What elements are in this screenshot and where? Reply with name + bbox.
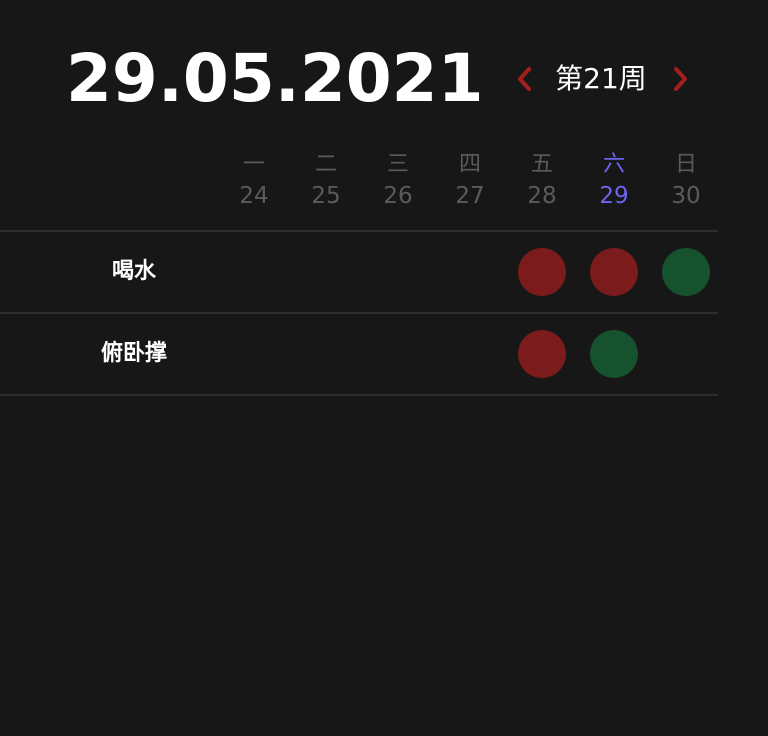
day-name: 四 — [458, 152, 481, 177]
day-column-thu[interactable]: 四 27 — [440, 150, 500, 212]
habit-row-drink-water: 喝水 — [0, 232, 718, 312]
day-column-mon[interactable]: 一 24 — [224, 150, 284, 212]
day-name: 六 — [602, 152, 625, 177]
habit-name[interactable]: 俯卧撑 — [34, 314, 234, 394]
day-name: 二 — [314, 152, 337, 177]
day-number: 24 — [239, 183, 269, 209]
day-number: 25 — [311, 183, 341, 209]
day-column-wed[interactable]: 三 26 — [368, 150, 428, 212]
habit-row-pushups: 俯卧撑 — [0, 314, 718, 394]
habit-status-dot-failed[interactable] — [518, 330, 566, 378]
day-number: 26 — [383, 183, 413, 209]
day-column-fri[interactable]: 五 28 — [512, 150, 572, 212]
divider — [0, 394, 718, 396]
day-number: 28 — [527, 183, 557, 209]
next-week-button[interactable] — [665, 62, 695, 96]
habit-name[interactable]: 喝水 — [34, 232, 234, 312]
day-name: 日 — [674, 152, 697, 177]
day-column-sun[interactable]: 日 30 — [656, 150, 716, 212]
day-number: 29 — [599, 183, 629, 209]
habit-status-dot-done[interactable] — [590, 330, 638, 378]
day-column-tue[interactable]: 二 25 — [296, 150, 356, 212]
previous-week-button[interactable] — [510, 62, 540, 96]
chevron-left-icon — [518, 67, 531, 91]
habit-status-dot-failed[interactable] — [518, 248, 566, 296]
habit-status-dot-failed[interactable] — [590, 248, 638, 296]
week-number-label: 第21周 — [555, 62, 647, 95]
day-name: 五 — [530, 152, 553, 177]
day-column-sat-today[interactable]: 六 29 — [584, 150, 644, 212]
current-date-title: 29.05.2021 — [66, 40, 484, 117]
day-name: 一 — [242, 152, 265, 177]
chevron-right-icon — [674, 67, 687, 91]
habit-status-dot-done[interactable] — [662, 248, 710, 296]
day-name: 三 — [386, 152, 409, 177]
day-number: 30 — [671, 183, 701, 209]
day-number: 27 — [455, 183, 485, 209]
